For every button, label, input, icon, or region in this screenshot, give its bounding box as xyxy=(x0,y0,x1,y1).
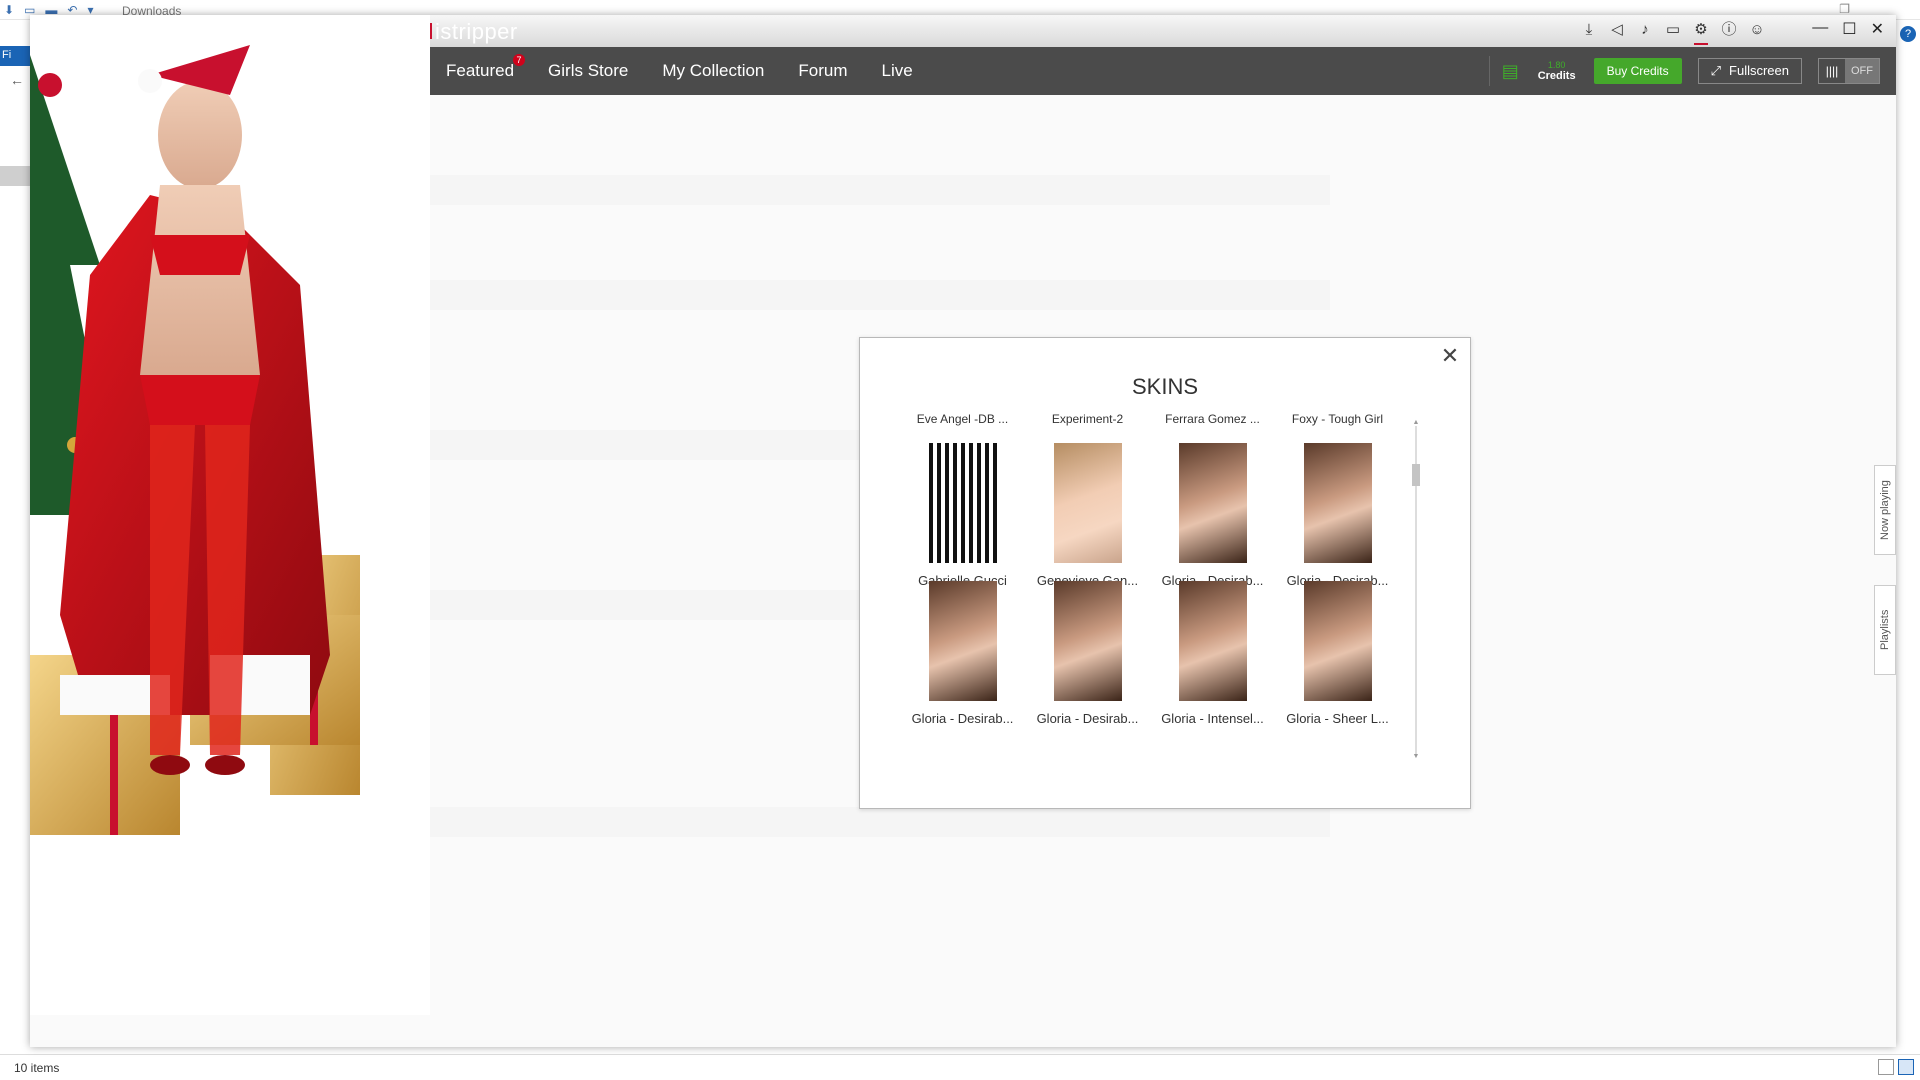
nav-live[interactable]: Live xyxy=(882,61,913,81)
nav-girls-store[interactable]: Girls Store xyxy=(548,61,628,81)
side-panel-tabs: Now playing Playlists xyxy=(1874,465,1896,675)
title-toolbar: ⤓ ◁ ♪ ▭ ⚙ ⓘ ☺ xyxy=(1580,21,1766,45)
skin-name[interactable]: Experiment-2 xyxy=(1025,412,1150,426)
info-icon[interactable]: ⓘ xyxy=(1720,21,1738,39)
skin-thumbnail[interactable] xyxy=(928,581,997,701)
maximize-icon[interactable]: ☐ xyxy=(1842,19,1856,39)
explorer-status-bar: 10 items xyxy=(0,1054,1920,1080)
skin-item[interactable]: Gloria - Sheer L... xyxy=(1275,581,1400,726)
skin-item[interactable]: Gabrielle Gucci xyxy=(900,443,1025,588)
download-icon[interactable]: ⬇ xyxy=(4,3,14,17)
skin-name: Gloria - Desirab... xyxy=(911,711,1014,726)
explorer-nav-pane: Fi ← xyxy=(0,20,30,1050)
nav-featured-label: Featured xyxy=(446,61,515,80)
desktop-toggle[interactable]: |||| OFF xyxy=(1818,58,1880,84)
selected-nav-item[interactable] xyxy=(0,166,30,186)
settings-section xyxy=(430,807,1330,837)
user-icon[interactable]: ☺ xyxy=(1748,21,1766,39)
nav-my-collection[interactable]: My Collection xyxy=(662,61,764,81)
skin-thumbnail[interactable] xyxy=(1178,443,1247,563)
scroll-down-icon[interactable]: ▼ xyxy=(1412,753,1420,760)
skin-thumbnail[interactable] xyxy=(1303,581,1372,701)
skin-name: Gloria - Intensel... xyxy=(1161,711,1264,726)
skin-name[interactable]: Foxy - Tough Girl xyxy=(1275,412,1400,426)
skin-thumbnail[interactable] xyxy=(1303,443,1372,563)
fullscreen-label: Fullscreen xyxy=(1729,63,1789,78)
skins-dialog: ✕ SKINS Eve Angel -DB ... Experiment-2 F… xyxy=(859,337,1471,809)
nav-featured[interactable]: Featured 7 xyxy=(446,54,526,81)
tab-playlists[interactable]: Playlists xyxy=(1874,585,1896,675)
help-icon[interactable]: ? xyxy=(1900,26,1916,42)
details-view-icon[interactable] xyxy=(1878,1059,1894,1075)
app-logo: istripper xyxy=(435,19,518,44)
scroll-thumb[interactable] xyxy=(1412,464,1420,486)
buy-credits-button[interactable]: Buy Credits xyxy=(1593,58,1682,84)
skin-thumbnail[interactable] xyxy=(928,443,997,563)
tab-now-playing[interactable]: Now playing xyxy=(1874,465,1896,555)
bars-icon: |||| xyxy=(1825,64,1839,78)
santa-model-image[interactable] xyxy=(30,15,430,1015)
minimize-icon[interactable]: — xyxy=(1812,19,1828,39)
skin-item[interactable]: Genevieve Gan... xyxy=(1025,443,1150,588)
skin-name: Gloria - Sheer L... xyxy=(1286,711,1389,726)
back-arrow-icon[interactable]: ← xyxy=(10,72,24,88)
restore-icon[interactable]: ❐ xyxy=(1839,2,1850,16)
settings-section xyxy=(430,280,1330,310)
skin-item[interactable]: Gloria - Desirab... xyxy=(1150,443,1275,588)
skin-item[interactable]: Gloria - Desirab... xyxy=(1025,581,1150,726)
close-icon[interactable]: ✕ xyxy=(1440,345,1460,367)
skins-grid: Eve Angel -DB ... Experiment-2 Ferrara G… xyxy=(900,412,1400,772)
toggle-state: OFF xyxy=(1845,59,1879,83)
fullscreen-button[interactable]: ⤢ Fullscreen xyxy=(1697,58,1802,84)
skin-thumbnail[interactable] xyxy=(1053,581,1122,701)
skins-row: Gloria - Desirab... Gloria - Desirab... … xyxy=(900,581,1400,726)
credits-label: Credits xyxy=(1537,70,1576,82)
close-icon[interactable]: ✕ xyxy=(1871,19,1884,39)
skin-item[interactable]: Gloria - Desirab... xyxy=(1275,443,1400,588)
skin-item[interactable]: Gloria - Intensel... xyxy=(1150,581,1275,726)
money-icon: ▤ xyxy=(1501,61,1519,81)
skin-name[interactable]: Ferrara Gomez ... xyxy=(1150,412,1275,426)
volume-icon[interactable]: ♪ xyxy=(1636,21,1654,39)
skin-thumbnail[interactable] xyxy=(1178,581,1247,701)
skin-name[interactable]: Eve Angel -DB ... xyxy=(900,412,1025,426)
settings-section xyxy=(430,175,1330,205)
skins-scrollbar[interactable]: ▲ ▼ xyxy=(1412,419,1420,760)
skin-name: Gloria - Desirab... xyxy=(1036,711,1139,726)
view-switcher xyxy=(1878,1059,1914,1075)
window-controls: — ☐ ✕ xyxy=(1812,19,1884,39)
announcement-icon[interactable]: ◁ xyxy=(1608,21,1626,39)
skin-item[interactable]: Gloria - Desirab... xyxy=(900,581,1025,726)
nav-tabs: Featured 7 Girls Store My Collection For… xyxy=(446,47,913,95)
skins-row: Gabrielle Gucci Genevieve Gan... Gloria … xyxy=(900,443,1400,588)
credits-display[interactable]: ▤ 1.80 Credits xyxy=(1488,56,1584,86)
brand-accent-bar xyxy=(430,23,432,39)
partial-row-labels: Eve Angel -DB ... Experiment-2 Ferrara G… xyxy=(900,412,1400,426)
nav-forum[interactable]: Forum xyxy=(798,61,847,81)
download-icon[interactable]: ⤓ xyxy=(1580,21,1598,39)
file-tab[interactable]: Fi xyxy=(0,46,30,66)
expand-icon: ⤢ xyxy=(1710,63,1722,78)
skin-thumbnail[interactable] xyxy=(1053,443,1122,563)
item-count: 10 items xyxy=(14,1061,60,1075)
featured-badge: 7 xyxy=(513,54,526,66)
dialog-title: SKINS xyxy=(1131,374,1199,399)
settings-gear-icon[interactable]: ⚙ xyxy=(1692,21,1710,45)
large-icons-view-icon[interactable] xyxy=(1898,1059,1914,1075)
nav-actions: ▤ 1.80 Credits Buy Credits ⤢ Fullscreen … xyxy=(1488,56,1880,86)
monitor-icon[interactable]: ▭ xyxy=(1664,21,1682,39)
